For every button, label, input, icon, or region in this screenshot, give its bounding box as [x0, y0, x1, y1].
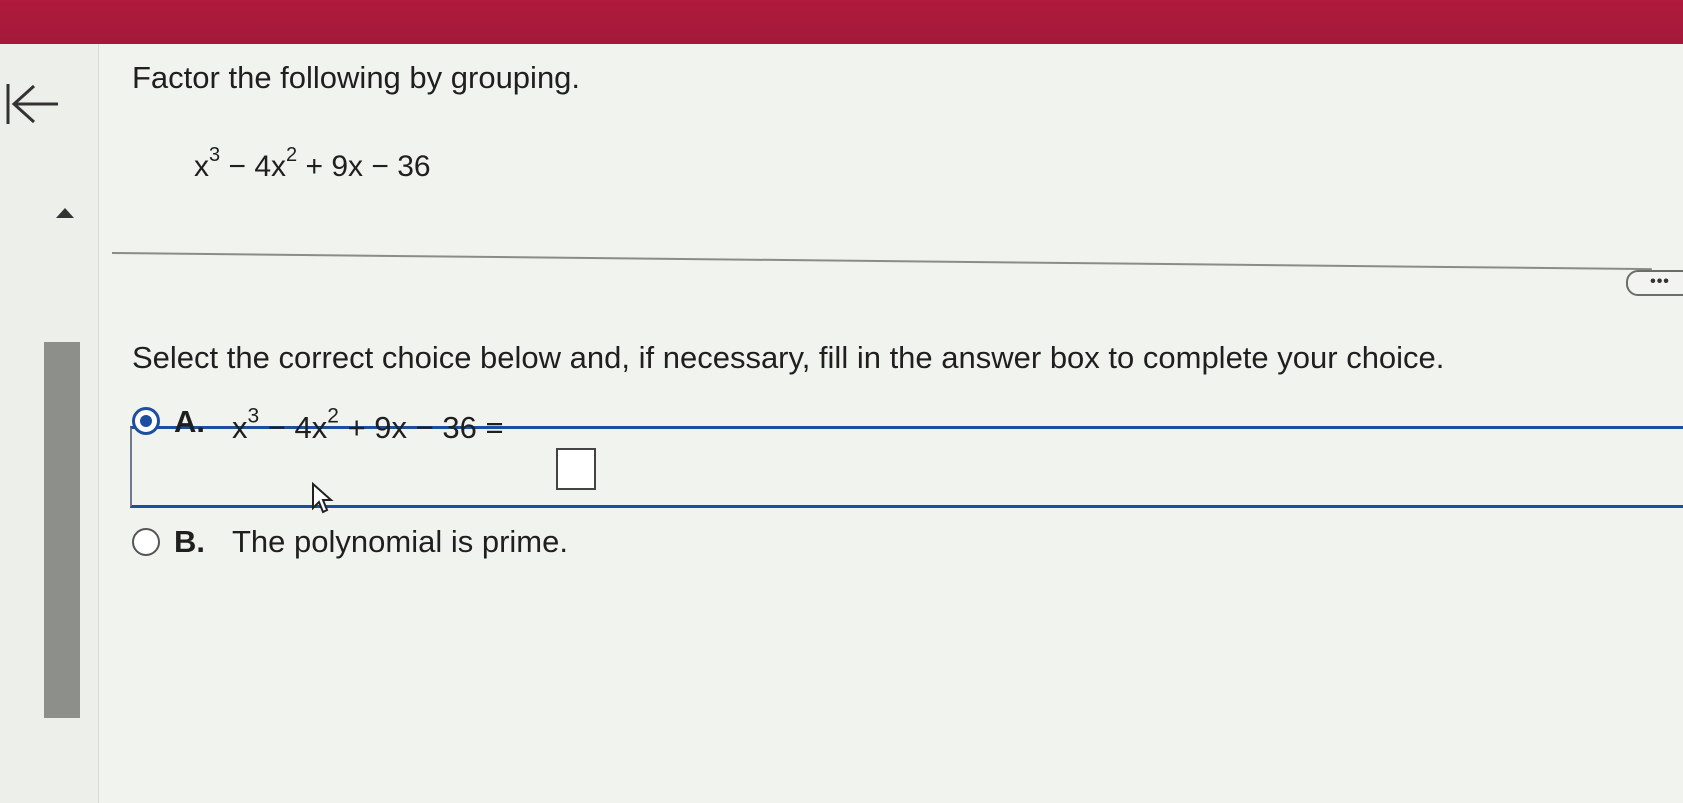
- choice-a-letter: A.: [174, 404, 205, 439]
- term-x-base: x: [194, 150, 209, 183]
- question-panel: Factor the following by grouping. x3 − 4…: [98, 44, 1683, 803]
- choice-a-term-rest: + 9x − 36 =: [338, 410, 504, 445]
- choice-b-text: The polynomial is prime.: [232, 524, 568, 559]
- polynomial-expression: x3 − 4x2 + 9x − 36: [194, 145, 431, 184]
- choice-b-radio[interactable]: [132, 528, 160, 556]
- choice-a-expression: x3 − 4x2 + 9x − 36 =: [232, 405, 504, 446]
- choice-a-term-x-exponent: 3: [247, 404, 260, 428]
- arrow-left-icon[interactable]: [0, 80, 62, 128]
- question-instruction: Factor the following by grouping.: [132, 60, 581, 95]
- mouse-pointer-icon: [312, 482, 334, 514]
- caret-up-icon[interactable]: [56, 208, 74, 218]
- term-4x-exponent: 2: [286, 144, 298, 166]
- choice-a-term-4x-base: − 4x: [259, 410, 328, 445]
- more-options-button[interactable]: •••: [1626, 270, 1683, 296]
- choice-a-radio[interactable]: [132, 407, 160, 435]
- choice-b-letter: B.: [174, 524, 205, 559]
- sidebar-scrollbar[interactable]: [44, 342, 80, 718]
- term-rest: + 9x − 36: [297, 150, 431, 183]
- answer-input-box[interactable]: [556, 448, 596, 490]
- term-4x-base: − 4x: [220, 150, 286, 183]
- choice-a-term-4x-exponent: 2: [327, 404, 339, 428]
- term-x-exponent: 3: [209, 144, 221, 166]
- choice-prompt: Select the correct choice below and, if …: [132, 340, 1445, 375]
- top-bar: [0, 0, 1683, 44]
- choice-a-term-x-base: x: [232, 410, 248, 445]
- section-divider: [111, 252, 1652, 271]
